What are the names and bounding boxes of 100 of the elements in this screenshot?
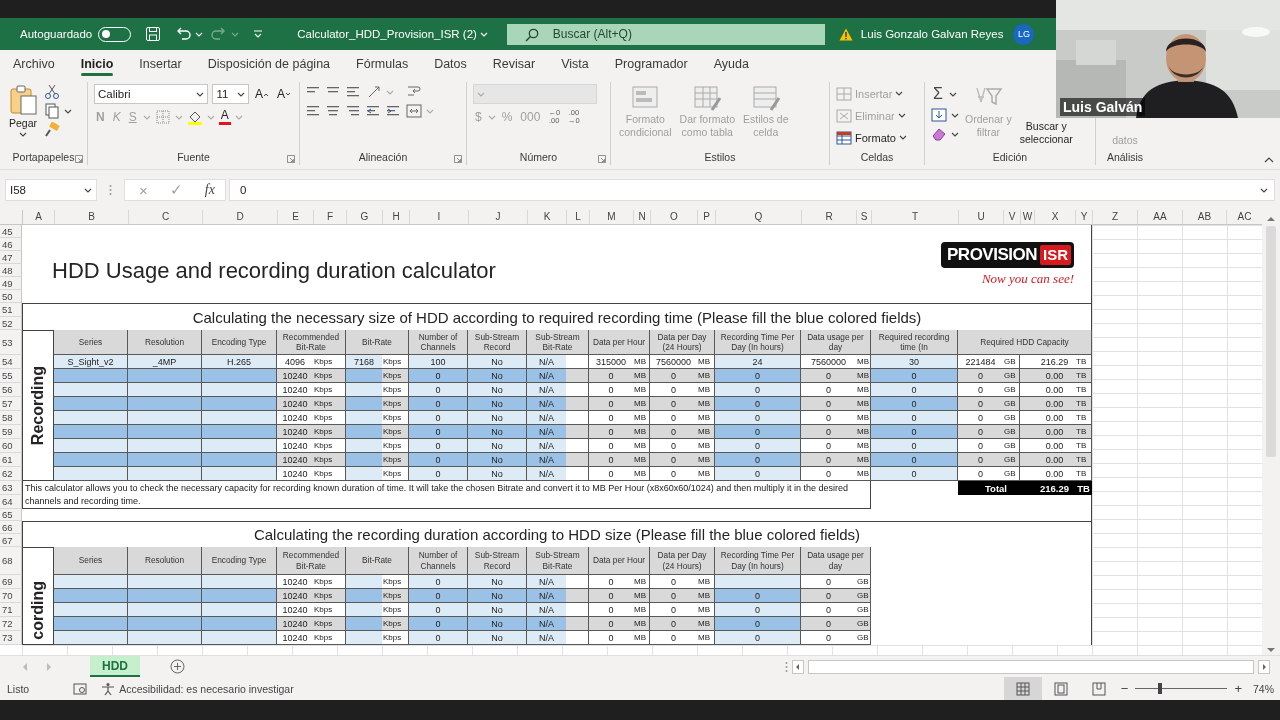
caret-icon[interactable] [196,90,205,98]
accessibility-status[interactable]: Accesibilidad: es necesario investigar [119,682,294,695]
slider-thumb[interactable] [1158,683,1163,694]
table-cell[interactable]: No [468,355,527,369]
table-cell[interactable]: 0 [409,589,468,603]
table-cell[interactable]: H.265 [202,355,277,369]
clipboard-icon[interactable] [8,84,38,116]
table-cell[interactable] [346,617,382,631]
table-cell[interactable] [54,575,128,589]
table-cell[interactable]: 0 [715,425,801,439]
search-field[interactable]: Buscar (Alt+Q) [506,23,825,45]
merge-cells-icon[interactable] [406,103,422,119]
row-header[interactable]: 46 [0,238,22,251]
table-cell[interactable]: 0 [715,467,801,481]
column-header[interactable]: S [857,210,872,224]
column-header[interactable]: R [802,210,857,224]
file-name[interactable]: Calculator_HDD_Provision_ISR (2) [297,28,477,40]
table-cell[interactable]: N/A [527,617,566,631]
table-cell[interactable] [202,617,277,631]
row-header[interactable]: 61 [0,453,22,467]
table-cell[interactable] [346,439,382,453]
undo-icon[interactable] [175,27,192,41]
table-cell[interactable]: N/A [527,453,566,467]
column-header[interactable]: N [634,210,651,224]
number-format-field[interactable] [473,84,597,104]
table-cell[interactable] [54,453,128,467]
column-header[interactable]: P [698,210,716,224]
table-cell[interactable]: 0 [871,369,958,383]
table-cell[interactable] [128,617,202,631]
column-header[interactable]: F [314,210,347,224]
dialog-launcher-icon[interactable] [598,155,606,163]
row-header[interactable]: 54 [0,355,22,369]
table-cell[interactable] [346,369,382,383]
menu-tab[interactable]: Insertar [139,50,182,78]
table-cell[interactable]: 0 [715,383,801,397]
table-cell[interactable] [54,397,128,411]
dialog-launcher-icon[interactable] [454,155,462,163]
table-cell[interactable] [54,467,128,481]
view-button[interactable] [1003,677,1042,700]
column-header[interactable]: E [278,210,314,224]
menu-tab[interactable]: Inicio [80,50,114,78]
table-cell[interactable]: 0 [409,369,468,383]
menu-tab[interactable]: Ayuda [713,50,749,78]
column-header[interactable]: W [1021,210,1035,224]
font-family-field[interactable]: Calibri [94,84,209,104]
table-cell[interactable] [128,369,202,383]
table-cell[interactable] [715,575,801,589]
paste-button[interactable]: Pegar [6,84,40,147]
table-cell[interactable] [128,467,202,481]
menu-tab[interactable]: Datos [434,50,467,78]
table-cell[interactable] [54,369,128,383]
scroll-up-icon[interactable] [1267,216,1275,222]
table-cell[interactable]: 0 [409,411,468,425]
row-header[interactable]: 53 [0,330,22,355]
table-cell[interactable] [346,631,382,645]
row-header[interactable]: 68 [0,547,22,575]
table-cell[interactable] [54,383,128,397]
sheet-tab[interactable]: HDD [90,656,140,677]
row-header[interactable]: 72 [0,617,22,631]
warning-icon[interactable] [838,27,853,41]
table-cell[interactable]: 0 [871,411,958,425]
column-header[interactable]: J [469,210,528,224]
table-cell[interactable]: N/A [527,439,566,453]
format-painter-icon[interactable] [44,122,60,138]
table-cell[interactable]: No [468,425,527,439]
table-cell[interactable]: No [468,467,527,481]
table-cell[interactable]: 0 [409,439,468,453]
row-header[interactable]: 59 [0,425,22,439]
find-button[interactable]: Buscar y seleccionar [1017,120,1075,146]
caret-icon[interactable] [19,131,27,138]
eraser-icon[interactable] [931,126,947,142]
table-cell[interactable]: 0 [871,439,958,453]
table-cell[interactable] [346,467,382,481]
table-cell[interactable]: 0 [715,617,801,631]
autosum-button[interactable]: Σ [931,84,945,104]
column-header[interactable]: A [23,210,55,224]
column-header[interactable]: V [1004,210,1021,224]
dialog-launcher-icon[interactable] [75,155,83,163]
accessibility-icon[interactable] [101,681,116,696]
table-cell[interactable]: 0 [409,575,468,589]
table-cell[interactable] [346,411,382,425]
table-cell[interactable] [202,467,277,481]
table-cell[interactable]: No [468,589,527,603]
table-cell[interactable] [54,603,128,617]
column-header[interactable]: G [347,210,383,224]
horizontal-scrollbar[interactable] [808,659,1254,674]
scroll-left-icon[interactable] [792,659,804,674]
column-header[interactable]: H [383,210,410,224]
empty-cells[interactable] [22,645,1092,655]
table-cell[interactable]: No [468,575,527,589]
table-cell[interactable]: 0 [409,467,468,481]
table-cell[interactable]: No [468,383,527,397]
zoom-level[interactable]: 74% [1253,682,1274,695]
menu-tab[interactable]: Vista [561,50,589,78]
table-cell[interactable]: 0 [871,467,958,481]
table-cell[interactable]: N/A [527,425,566,439]
row-header[interactable]: 73 [0,631,22,645]
table-cell[interactable] [202,369,277,383]
table-cell[interactable]: 0 [715,411,801,425]
table-cell[interactable]: 0 [715,397,801,411]
